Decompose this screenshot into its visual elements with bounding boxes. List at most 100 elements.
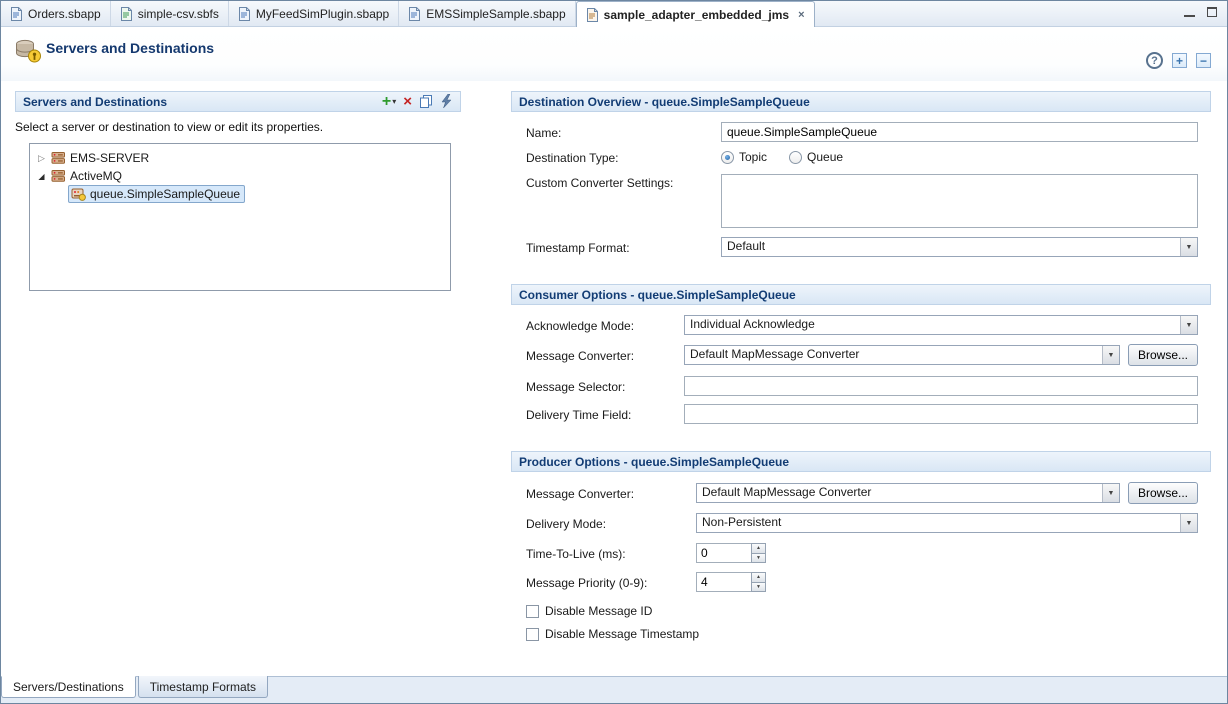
auto-configure-button[interactable] [440, 94, 453, 109]
delete-icon: × [403, 95, 412, 109]
queue-radio[interactable] [789, 151, 802, 164]
tree-item-ems-server[interactable]: ▷ EMS-SERVER [30, 149, 450, 167]
topic-radio-label: Topic [739, 150, 767, 164]
queue-radio-label: Queue [807, 150, 843, 164]
section-title: Producer Options - queue.SimpleSampleQue… [519, 455, 789, 469]
tree-toolbar: + ▾ × [382, 94, 453, 109]
tab-label: MyFeedSimPlugin.sbapp [256, 7, 389, 21]
chevron-down-icon[interactable]: ▼ [1180, 316, 1197, 334]
timestamp-format-dropdown[interactable]: Default ▼ [721, 237, 1198, 257]
stepper-down-icon[interactable]: ▼ [751, 554, 766, 564]
tab-label: Timestamp Formats [150, 680, 256, 694]
stepper-up-icon[interactable]: ▲ [751, 543, 766, 554]
producer-browse-button[interactable]: Browse... [1128, 482, 1198, 504]
collapse-sections-icon[interactable]: − [1196, 53, 1211, 68]
acknowledge-mode-dropdown[interactable]: Individual Acknowledge ▼ [684, 315, 1198, 335]
message-priority-stepper[interactable]: ▲ ▼ [696, 572, 766, 592]
dropdown-value: Default MapMessage Converter [697, 484, 1102, 502]
producer-message-converter-label: Message Converter: [526, 485, 696, 501]
stepper-up-icon[interactable]: ▲ [751, 572, 766, 583]
stepper-buttons: ▲ ▼ [751, 572, 766, 592]
chevron-down-icon[interactable]: ▼ [1102, 346, 1119, 364]
close-tab-icon[interactable]: × [798, 10, 804, 20]
servers-destinations-panel: Servers and Destinations + ▾ × [15, 91, 461, 291]
tree-item-label: queue.SimpleSampleQueue [90, 187, 240, 201]
message-selector-input[interactable] [684, 376, 1198, 396]
copy-icon [419, 94, 433, 109]
timestamp-format-label: Timestamp Format: [526, 239, 721, 255]
consumer-options-header: Consumer Options - queue.SimpleSampleQue… [511, 284, 1211, 305]
disable-message-id-checkbox[interactable] [526, 605, 539, 618]
tab-sample-adapter-embedded-jms[interactable]: sample_adapter_embedded_jms × [576, 1, 815, 27]
expand-sections-icon[interactable]: + [1172, 53, 1187, 68]
add-menu-arrow-icon: ▾ [392, 97, 396, 106]
tab-emssimplesample-sbapp[interactable]: EMSSimpleSample.sbapp [399, 1, 575, 26]
message-selector-label: Message Selector: [526, 378, 684, 394]
tab-label: EMSSimpleSample.sbapp [426, 7, 565, 21]
selected-tree-item[interactable]: queue.SimpleSampleQueue [68, 185, 245, 203]
tab-myfeedsimplugin-sbapp[interactable]: MyFeedSimPlugin.sbapp [229, 1, 399, 26]
topic-radio[interactable] [721, 151, 734, 164]
add-server-button[interactable]: + ▾ [382, 95, 396, 109]
disable-message-timestamp-checkbox[interactable] [526, 628, 539, 641]
expand-arrow-icon[interactable]: ▷ [36, 153, 47, 164]
tab-servers-destinations[interactable]: Servers/Destinations [1, 676, 136, 698]
delete-button[interactable]: × [403, 95, 412, 109]
lightning-icon [440, 94, 453, 109]
add-icon: + [382, 95, 391, 109]
name-label: Name: [526, 124, 721, 140]
custom-converter-settings-label: Custom Converter Settings: [526, 174, 721, 190]
time-to-live-label: Time-To-Live (ms): [526, 545, 696, 561]
editor-page-tabs: Servers/Destinations Timestamp Formats [1, 676, 1227, 703]
maximize-icon[interactable] [1207, 7, 1217, 17]
section-title: Servers and Destinations [23, 95, 167, 109]
help-icon[interactable]: ? [1146, 52, 1163, 69]
server-icon [51, 169, 66, 183]
dropdown-value: Default MapMessage Converter [685, 346, 1102, 364]
stepper-buttons: ▲ ▼ [751, 543, 766, 563]
consumer-browse-button[interactable]: Browse... [1128, 344, 1198, 366]
custom-converter-settings-textarea[interactable] [721, 174, 1198, 228]
sbapp-file-icon [10, 7, 23, 21]
dropdown-value: Default [722, 238, 1180, 256]
delivery-time-field-input[interactable] [684, 404, 1198, 424]
chevron-down-icon[interactable]: ▼ [1180, 514, 1197, 532]
destination-icon [71, 187, 86, 201]
delivery-mode-dropdown[interactable]: Non-Persistent ▼ [696, 513, 1198, 533]
stepper-down-icon[interactable]: ▼ [751, 583, 766, 593]
copy-button[interactable] [419, 94, 433, 109]
dropdown-value: Individual Acknowledge [685, 316, 1180, 334]
tab-timestamp-formats[interactable]: Timestamp Formats [138, 676, 268, 698]
message-priority-input[interactable] [696, 572, 751, 592]
page-title: Servers and Destinations [46, 40, 214, 56]
consumer-message-converter-dropdown[interactable]: Default MapMessage Converter ▼ [684, 345, 1120, 365]
acknowledge-mode-label: Acknowledge Mode: [526, 317, 684, 333]
destination-overview-header: Destination Overview - queue.SimpleSampl… [511, 91, 1211, 112]
name-input[interactable] [721, 122, 1198, 142]
section-title: Destination Overview - queue.SimpleSampl… [519, 95, 810, 109]
destination-type-label: Destination Type: [526, 149, 721, 165]
tab-label: sample_adapter_embedded_jms [604, 8, 789, 22]
producer-message-converter-dropdown[interactable]: Default MapMessage Converter ▼ [696, 483, 1120, 503]
panel-instruction: Select a server or destination to view o… [15, 120, 461, 134]
tab-simple-csv-sbfs[interactable]: simple-csv.sbfs [111, 1, 229, 26]
tree-item-queue-simplesamplequeue[interactable]: queue.SimpleSampleQueue [30, 185, 450, 203]
chevron-down-icon[interactable]: ▼ [1102, 484, 1119, 502]
streambase-studio-window: Orders.sbapp simple-csv.sbfs MyFeedSimPl… [0, 0, 1228, 704]
sbfs-file-icon [120, 7, 133, 21]
minimize-icon[interactable] [1184, 7, 1195, 17]
tree-item-label: ActiveMQ [70, 169, 122, 183]
delivery-mode-label: Delivery Mode: [526, 515, 696, 531]
chevron-down-icon[interactable]: ▼ [1180, 238, 1197, 256]
time-to-live-input[interactable] [696, 543, 751, 563]
tree-item-activemq[interactable]: ◢ ActiveMQ [30, 167, 450, 185]
tab-label: Servers/Destinations [13, 680, 124, 694]
disable-message-id-label: Disable Message ID [545, 604, 652, 618]
time-to-live-stepper[interactable]: ▲ ▼ [696, 543, 766, 563]
tree-item-label: EMS-SERVER [70, 151, 149, 165]
disable-message-timestamp-label: Disable Message Timestamp [545, 627, 699, 641]
tab-orders-sbapp[interactable]: Orders.sbapp [1, 1, 111, 26]
sbapp-file-icon [238, 7, 251, 21]
collapse-arrow-icon[interactable]: ◢ [36, 172, 47, 181]
window-controls [1184, 7, 1217, 17]
